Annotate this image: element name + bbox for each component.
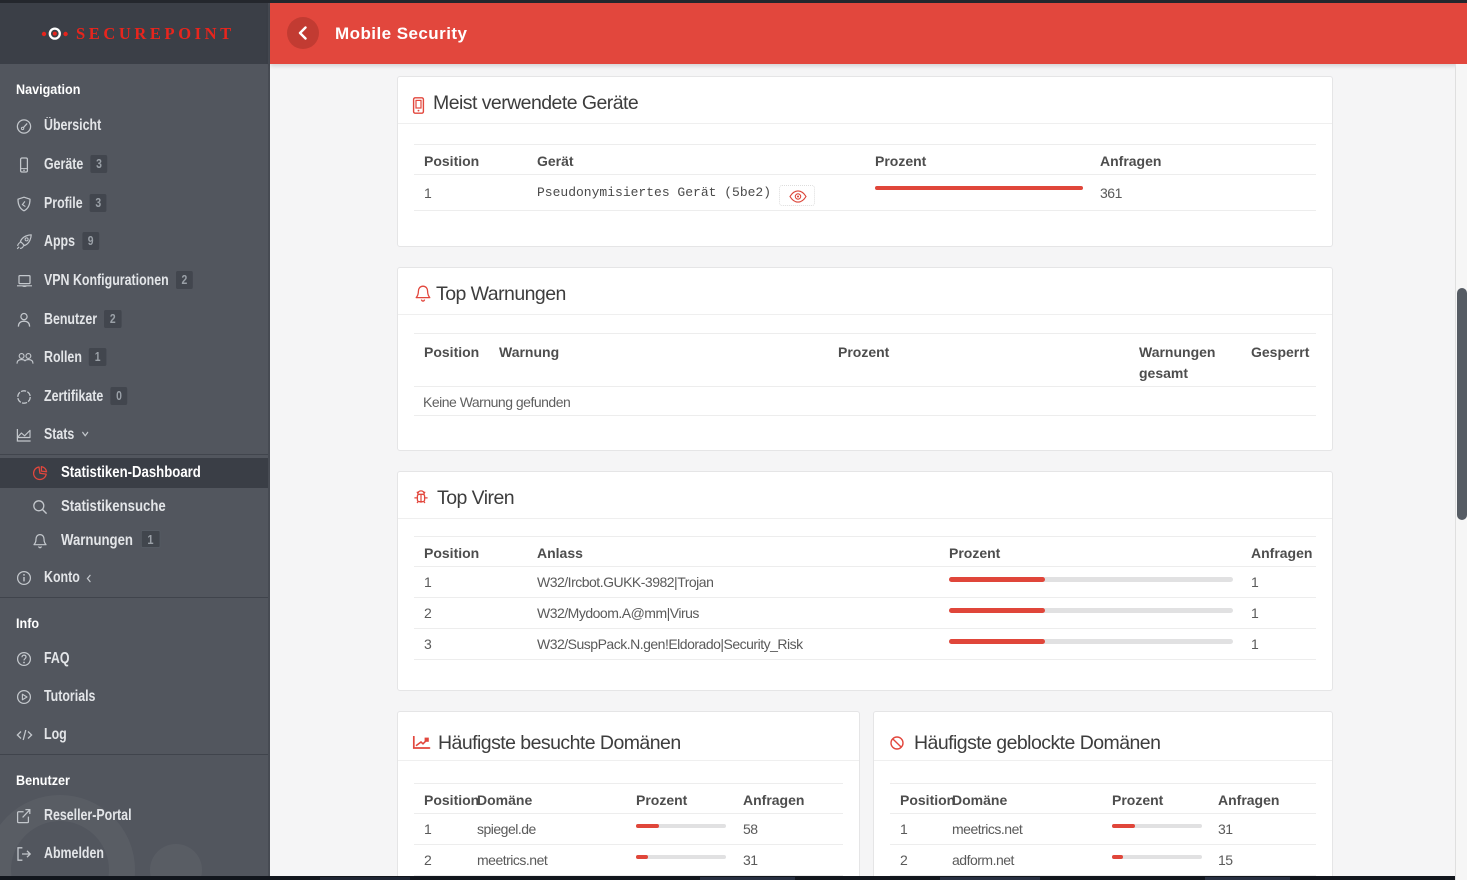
svg-text:SECUREPOINT: SECUREPOINT (76, 24, 235, 43)
